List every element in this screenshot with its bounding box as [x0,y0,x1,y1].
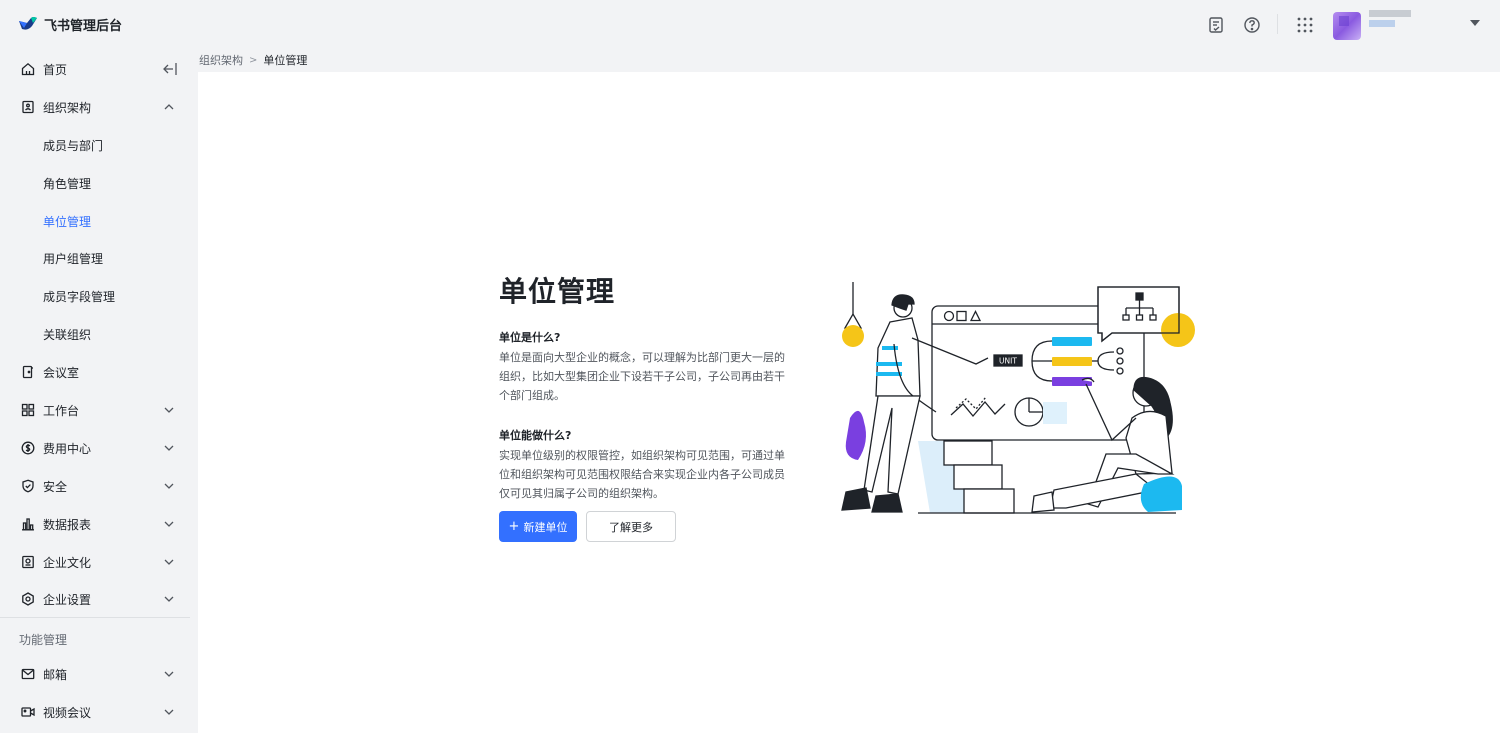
dropdown-caret-icon[interactable] [1470,20,1480,26]
unit-management-illustration: UNIT [841,282,1195,514]
sidebar-item-linked-orgs[interactable]: 关联组织 [0,316,198,352]
sidebar-item-label: 工作台 [43,403,80,418]
home-icon [21,62,35,76]
sidebar-section-label: 功能管理 [19,633,68,647]
sidebar-item-label: 企业文化 [43,555,92,570]
sidebar-item-units[interactable]: 单位管理 [0,203,198,239]
user-name-blurred[interactable] [1369,10,1411,34]
workbench-icon [21,403,35,417]
brand[interactable]: 飞书管理后台 [18,14,122,34]
sidebar-item-reports[interactable]: 数据报表 [0,506,198,542]
chevron-down-icon [164,483,174,489]
main-content: 单位管理 单位是什么? 单位是面向大型企业的概念，可以理解为比部门更大一层的组织… [198,72,1500,733]
top-header: 飞书管理后台 [0,0,1500,48]
sidebar-item-label: 安全 [43,479,68,494]
billing-icon [21,441,35,455]
culture-icon [22,555,34,569]
sidebar-item-label: 邮箱 [43,667,68,682]
document-check-icon[interactable] [1207,16,1225,34]
apps-grid-icon[interactable] [1296,16,1314,34]
org-icon [22,100,34,114]
answer-can-do: 实现单位级别的权限管控，如组织架构可见范围，可通过单位和组织架构可见范围权限结合… [499,449,785,500]
sidebar-item-label: 角色管理 [43,176,92,191]
page-title: 单位管理 [499,275,616,308]
chevron-down-icon [164,559,174,565]
shield-icon [22,479,34,493]
sidebar-item-label: 费用中心 [43,441,92,456]
sidebar-item-mail[interactable]: 邮箱 [0,656,198,692]
sidebar-item-label: 组织架构 [43,100,92,115]
sidebar-item-organization[interactable]: 组织架构 [0,89,198,125]
help-icon[interactable] [1243,16,1261,34]
sidebar-item-label: 关联组织 [43,327,92,342]
sidebar-item-label: 成员与部门 [43,138,104,153]
sidebar-item-roles[interactable]: 角色管理 [0,165,198,201]
sidebar-item-user-groups[interactable]: 用户组管理 [0,240,198,276]
video-icon [21,707,35,717]
sidebar-item-label: 单位管理 [43,214,92,229]
plus-icon: + [508,519,520,534]
sidebar-item-culture[interactable]: 企业文化 [0,544,198,580]
chevron-down-icon [164,709,174,715]
sidebar-item-workbench[interactable]: 工作台 [0,392,198,428]
sidebar-item-home[interactable]: 首页 [0,51,198,87]
chevron-up-icon [164,104,174,110]
sidebar-item-billing[interactable]: 费用中心 [0,430,198,466]
breadcrumb-current: 单位管理 [263,54,308,67]
sidebar-item-label: 用户组管理 [43,251,104,266]
collapse-sidebar-icon[interactable] [162,62,178,76]
sidebar-item-label: 视频会议 [43,705,92,720]
sidebar-item-meeting-rooms[interactable]: 会议室 [0,354,198,390]
answer-what: 单位是面向大型企业的概念，可以理解为比部门更大一层的组织，比如大型集团企业下设若… [499,351,785,402]
sidebar-item-label: 首页 [43,62,68,77]
sidebar-item-label: 会议室 [43,365,80,380]
settings-icon [22,592,34,606]
sidebar-item-settings[interactable]: 企业设置 [0,581,198,617]
chevron-down-icon [164,407,174,413]
breadcrumb-separator: > [249,54,258,66]
sidebar-item-security[interactable]: 安全 [0,468,198,504]
sidebar-item-label: 企业设置 [43,592,92,607]
create-unit-label: 新建单位 [523,520,568,534]
meeting-room-icon [22,365,33,379]
feishu-logo-icon [19,17,37,30]
chevron-down-icon [164,521,174,527]
breadcrumb-parent[interactable]: 组织架构 [199,52,243,68]
create-unit-button[interactable]: + 新建单位 [499,511,577,542]
learn-more-button[interactable]: 了解更多 [586,511,676,542]
chevron-down-icon [164,596,174,602]
sidebar-item-member-fields[interactable]: 成员字段管理 [0,278,198,314]
chevron-down-icon [164,445,174,451]
sidebar-item-members-departments[interactable]: 成员与部门 [0,127,198,163]
question-can-do: 单位能做什么? [499,429,572,442]
sidebar-item-label: 成员字段管理 [43,289,116,304]
sidebar-item-video-meeting[interactable]: 视频会议 [0,694,198,730]
sidebar: 首页 组织架构 成员与部门 角色管理 单位管理 用户组管理 成员字段管理 关联组… [0,48,198,733]
breadcrumb: 组织架构 > 单位管理 [199,52,307,68]
chevron-down-icon [164,671,174,677]
sidebar-divider [0,617,190,618]
header-divider [1277,14,1278,34]
mail-icon [21,668,35,680]
brand-title: 飞书管理后台 [44,18,123,34]
sidebar-item-label: 数据报表 [43,517,92,532]
question-what: 单位是什么? [499,331,561,344]
bar-chart-icon [22,518,34,531]
illustration-unit-label: UNIT [999,357,1017,366]
avatar[interactable] [1333,12,1361,40]
